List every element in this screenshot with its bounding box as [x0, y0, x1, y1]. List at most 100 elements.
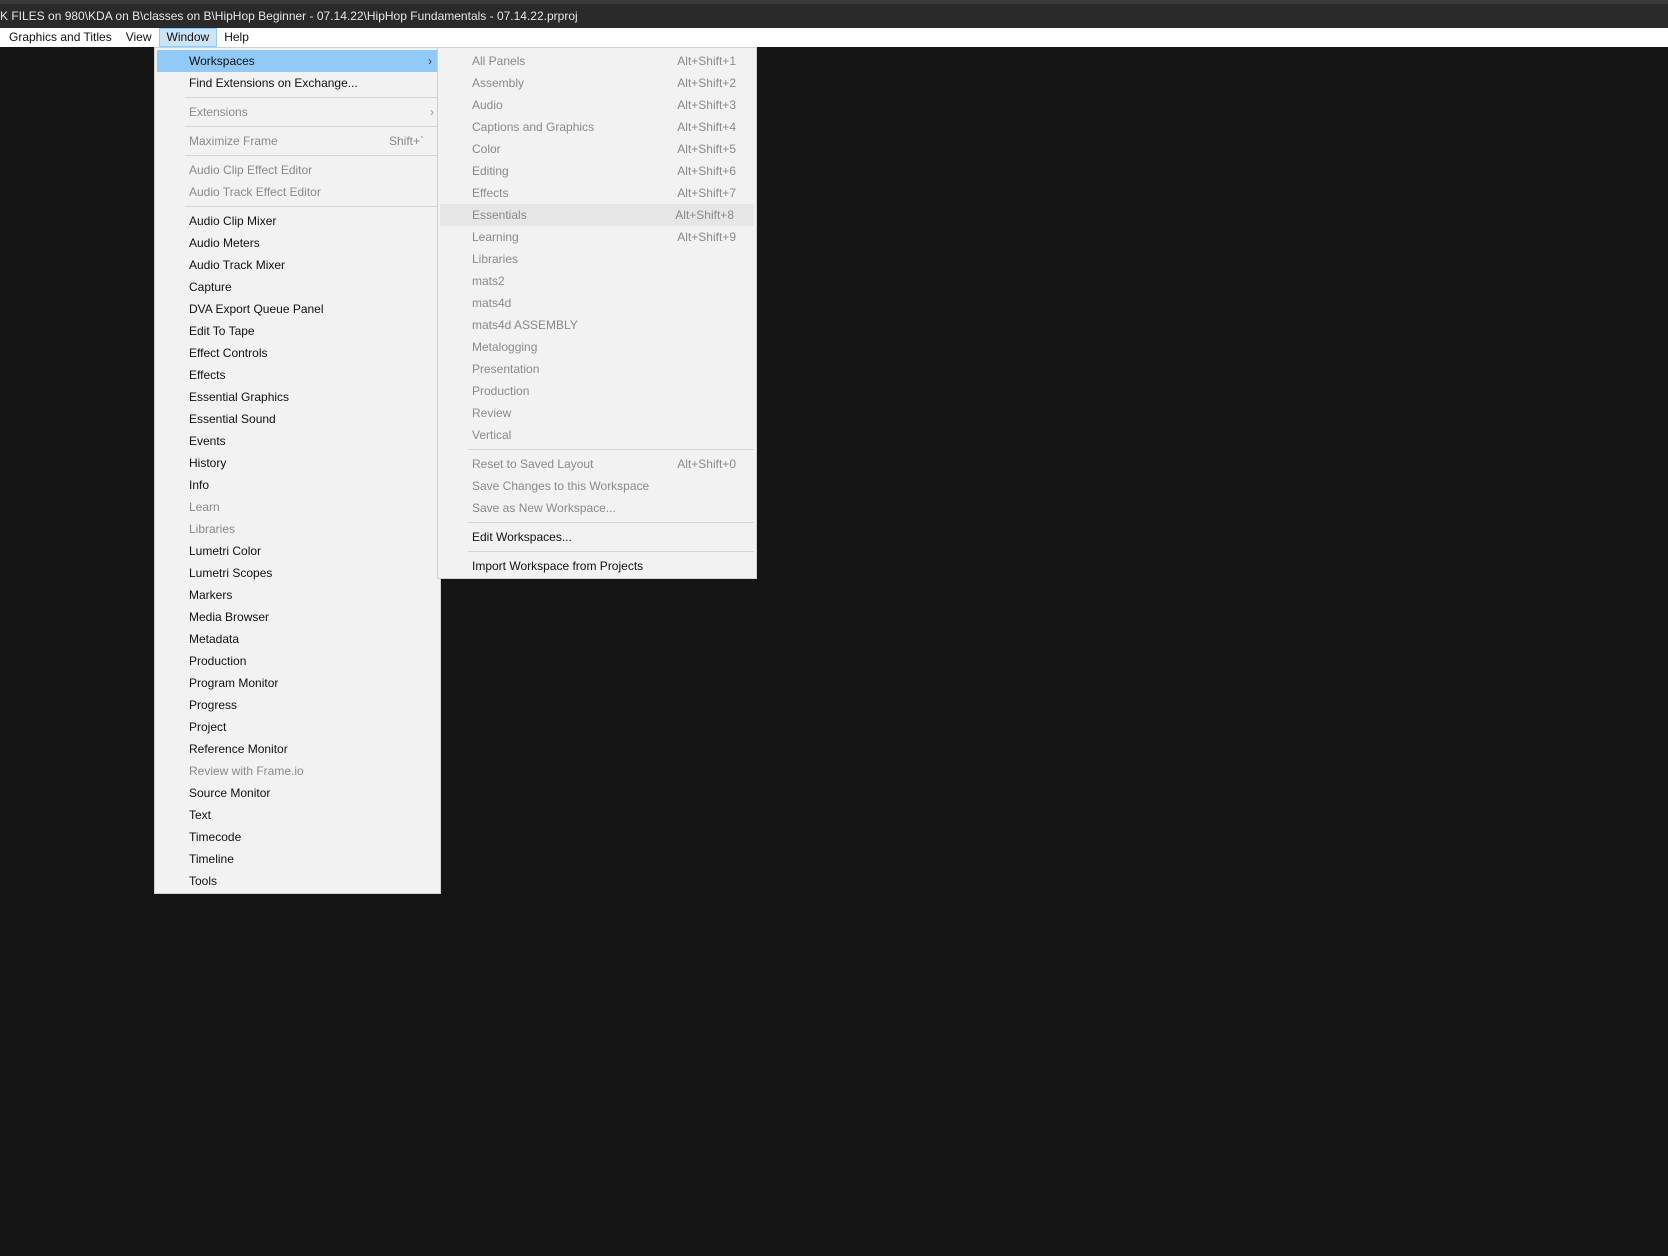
workspace-item-libraries[interactable]: Libraries	[438, 248, 756, 270]
menu-item-audio-meters[interactable]: Audio Meters	[155, 232, 440, 254]
menu-item-audio-clip-mixer[interactable]: Audio Clip Mixer	[155, 210, 440, 232]
menu-item-label: Reset to Saved Layout	[472, 457, 594, 471]
menu-item-label: Text	[189, 808, 212, 822]
menu-item-info[interactable]: Info	[155, 474, 440, 496]
menu-item-markers[interactable]: Markers	[155, 584, 440, 606]
workspace-item-metalogging[interactable]: Metalogging	[438, 336, 756, 358]
menu-item-label: All Panels	[472, 54, 526, 68]
menu-item-essential-sound[interactable]: Essential Sound	[155, 408, 440, 430]
workspace-item-mats2[interactable]: mats2	[438, 270, 756, 292]
menu-item-production[interactable]: Production	[155, 650, 440, 672]
workspaces-submenu: All Panels Alt+Shift+1 Assembly Alt+Shift+2…	[437, 47, 757, 579]
menu-item-label: Media Browser	[189, 610, 270, 624]
menu-item-label: Production	[472, 384, 530, 398]
menu-item-shortcut: Alt+Shift+1	[677, 54, 736, 68]
menu-item-learn: Learn	[155, 496, 440, 518]
menu-item-project[interactable]: Project	[155, 716, 440, 738]
menu-item-label: Libraries	[472, 252, 519, 266]
menu-item-label: Markers	[189, 588, 233, 602]
menu-help[interactable]: Help	[217, 28, 256, 47]
menu-item-find-extensions[interactable]: Find Extensions on Exchange...	[155, 72, 440, 94]
workspace-item-editing[interactable]: Editing Alt+Shift+6	[438, 160, 756, 182]
workspace-item-production[interactable]: Production	[438, 380, 756, 402]
menu-item-label: Extensions	[189, 105, 248, 119]
menu-item-shortcut: Shift+`	[388, 134, 424, 148]
menu-item-maximize-frame: Maximize Frame Shift+`	[155, 130, 440, 152]
menu-item-label: Review	[472, 406, 512, 420]
menu-item-label: Edit To Tape	[189, 324, 255, 338]
menu-item-capture[interactable]: Capture	[155, 276, 440, 298]
menu-item-label: Audio Clip Effect Editor	[189, 163, 313, 177]
menu-item-reset-to-saved-layout[interactable]: Reset to Saved Layout Alt+Shift+0	[438, 453, 756, 475]
menu-item-label: Effect Controls	[189, 346, 268, 360]
menu-item-media-browser[interactable]: Media Browser	[155, 606, 440, 628]
menu-separator	[185, 126, 438, 127]
menu-item-label: DVA Export Queue Panel	[189, 302, 324, 316]
workspace-item-assembly[interactable]: Assembly Alt+Shift+2	[438, 72, 756, 94]
title-bar-accent	[1344, 0, 1386, 4]
menu-item-program-monitor[interactable]: Program Monitor	[155, 672, 440, 694]
menu-view[interactable]: View	[119, 28, 159, 47]
menu-item-label: Project	[189, 720, 227, 734]
menu-item-shortcut: Alt+Shift+9	[677, 230, 736, 244]
menu-item-effects[interactable]: Effects	[155, 364, 440, 386]
workspace-item-effects[interactable]: Effects Alt+Shift+7	[438, 182, 756, 204]
workspace-item-essentials[interactable]: Essentials Alt+Shift+8	[440, 204, 754, 226]
menu-item-essential-graphics[interactable]: Essential Graphics	[155, 386, 440, 408]
menu-separator	[185, 206, 438, 207]
workspace-item-audio[interactable]: Audio Alt+Shift+3	[438, 94, 756, 116]
menu-item-effect-controls[interactable]: Effect Controls	[155, 342, 440, 364]
menu-item-audio-track-mixer[interactable]: Audio Track Mixer	[155, 254, 440, 276]
menu-item-shortcut: Alt+Shift+8	[675, 208, 734, 222]
workspace-item-color[interactable]: Color Alt+Shift+5	[438, 138, 756, 160]
menu-item-save-as-new-workspace[interactable]: Save as New Workspace...	[438, 497, 756, 519]
menu-item-label: Captions and Graphics	[472, 120, 595, 134]
menu-item-import-workspace[interactable]: Import Workspace from Projects	[438, 555, 756, 577]
menu-item-workspaces[interactable]: Workspaces ›	[157, 50, 438, 72]
workspace-item-captions-and-graphics[interactable]: Captions and Graphics Alt+Shift+4	[438, 116, 756, 138]
menu-window[interactable]: Window	[158, 28, 218, 47]
menu-bar: Graphics and Titles View Window Help	[0, 28, 1668, 47]
menu-item-label: History	[189, 456, 227, 470]
panel-list: Audio Clip Mixer Audio Meters Audio Track …	[155, 210, 440, 892]
menu-item-label: Audio Track Mixer	[189, 258, 286, 272]
menu-item-timeline[interactable]: Timeline	[155, 848, 440, 870]
menu-item-extensions: Extensions ›	[155, 101, 440, 123]
menu-item-source-monitor[interactable]: Source Monitor	[155, 782, 440, 804]
menu-item-reference-monitor[interactable]: Reference Monitor	[155, 738, 440, 760]
menu-item-lumetri-scopes[interactable]: Lumetri Scopes	[155, 562, 440, 584]
menu-separator	[185, 97, 438, 98]
menu-item-events[interactable]: Events	[155, 430, 440, 452]
menu-item-label: Effects	[472, 186, 509, 200]
menu-item-timecode[interactable]: Timecode	[155, 826, 440, 848]
workspace-item-learning[interactable]: Learning Alt+Shift+9	[438, 226, 756, 248]
workspace-item-mats4d[interactable]: mats4d	[438, 292, 756, 314]
workspace-item-all-panels[interactable]: All Panels Alt+Shift+1	[438, 50, 756, 72]
title-bar: K FILES on 980\KDA on B\classes on B\Hip…	[0, 0, 1668, 28]
menu-separator	[185, 155, 438, 156]
menu-item-shortcut: Alt+Shift+2	[677, 76, 736, 90]
menu-item-lumetri-color[interactable]: Lumetri Color	[155, 540, 440, 562]
menu-item-text[interactable]: Text	[155, 804, 440, 826]
menu-item-label: Review with Frame.io	[189, 764, 304, 778]
menu-item-metadata[interactable]: Metadata	[155, 628, 440, 650]
menu-item-shortcut: Alt+Shift+3	[677, 98, 736, 112]
menu-item-tools[interactable]: Tools	[155, 870, 440, 892]
menu-item-progress[interactable]: Progress	[155, 694, 440, 716]
menu-item-edit-to-tape[interactable]: Edit To Tape	[155, 320, 440, 342]
menu-item-label: Audio Clip Mixer	[189, 214, 277, 228]
workspace-item-mats4d-assembly[interactable]: mats4d ASSEMBLY	[438, 314, 756, 336]
menu-item-dva-export-queue-panel[interactable]: DVA Export Queue Panel	[155, 298, 440, 320]
menu-item-label: Lumetri Color	[189, 544, 262, 558]
menu-item-label: Timeline	[189, 852, 234, 866]
menu-item-label: Program Monitor	[189, 676, 279, 690]
menu-item-history[interactable]: History	[155, 452, 440, 474]
menu-item-save-changes[interactable]: Save Changes to this Workspace	[438, 475, 756, 497]
workspace-item-review[interactable]: Review	[438, 402, 756, 424]
menu-item-label: mats4d ASSEMBLY	[472, 318, 578, 332]
menu-graphics-and-titles[interactable]: Graphics and Titles	[0, 28, 119, 47]
window-menu-dropdown: Workspaces › Find Extensions on Exchange…	[154, 47, 441, 894]
menu-item-edit-workspaces[interactable]: Edit Workspaces...	[438, 526, 756, 548]
workspace-item-vertical[interactable]: Vertical	[438, 424, 756, 446]
workspace-item-presentation[interactable]: Presentation	[438, 358, 756, 380]
